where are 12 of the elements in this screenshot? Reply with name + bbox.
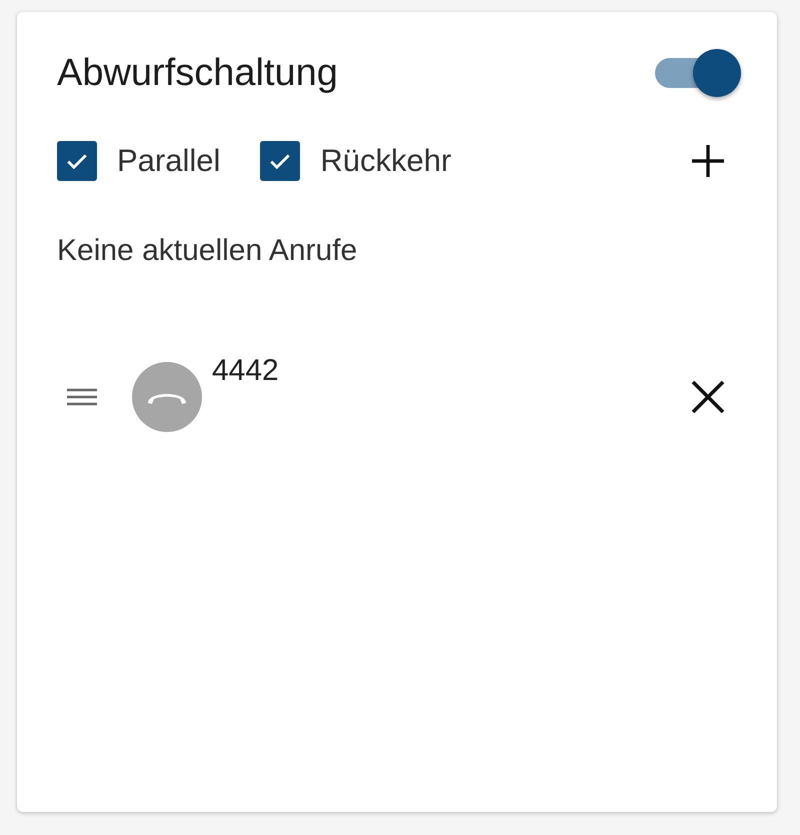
close-icon[interactable] bbox=[690, 379, 726, 415]
checkbox-label: Parallel bbox=[117, 143, 220, 179]
card-title: Abwurfschaltung bbox=[57, 52, 338, 94]
drag-handle-icon[interactable] bbox=[67, 387, 97, 407]
toggle-switch[interactable] bbox=[653, 48, 743, 98]
add-icon[interactable] bbox=[690, 143, 726, 179]
checkbox[interactable] bbox=[57, 141, 97, 181]
phone-number: 4442 bbox=[212, 354, 279, 388]
empty-message: Keine aktuellen Anrufe bbox=[57, 234, 358, 268]
checkbox-label: Rückkehr bbox=[320, 143, 452, 179]
hang-up-icon bbox=[132, 362, 202, 432]
checkbox[interactable] bbox=[260, 141, 300, 181]
